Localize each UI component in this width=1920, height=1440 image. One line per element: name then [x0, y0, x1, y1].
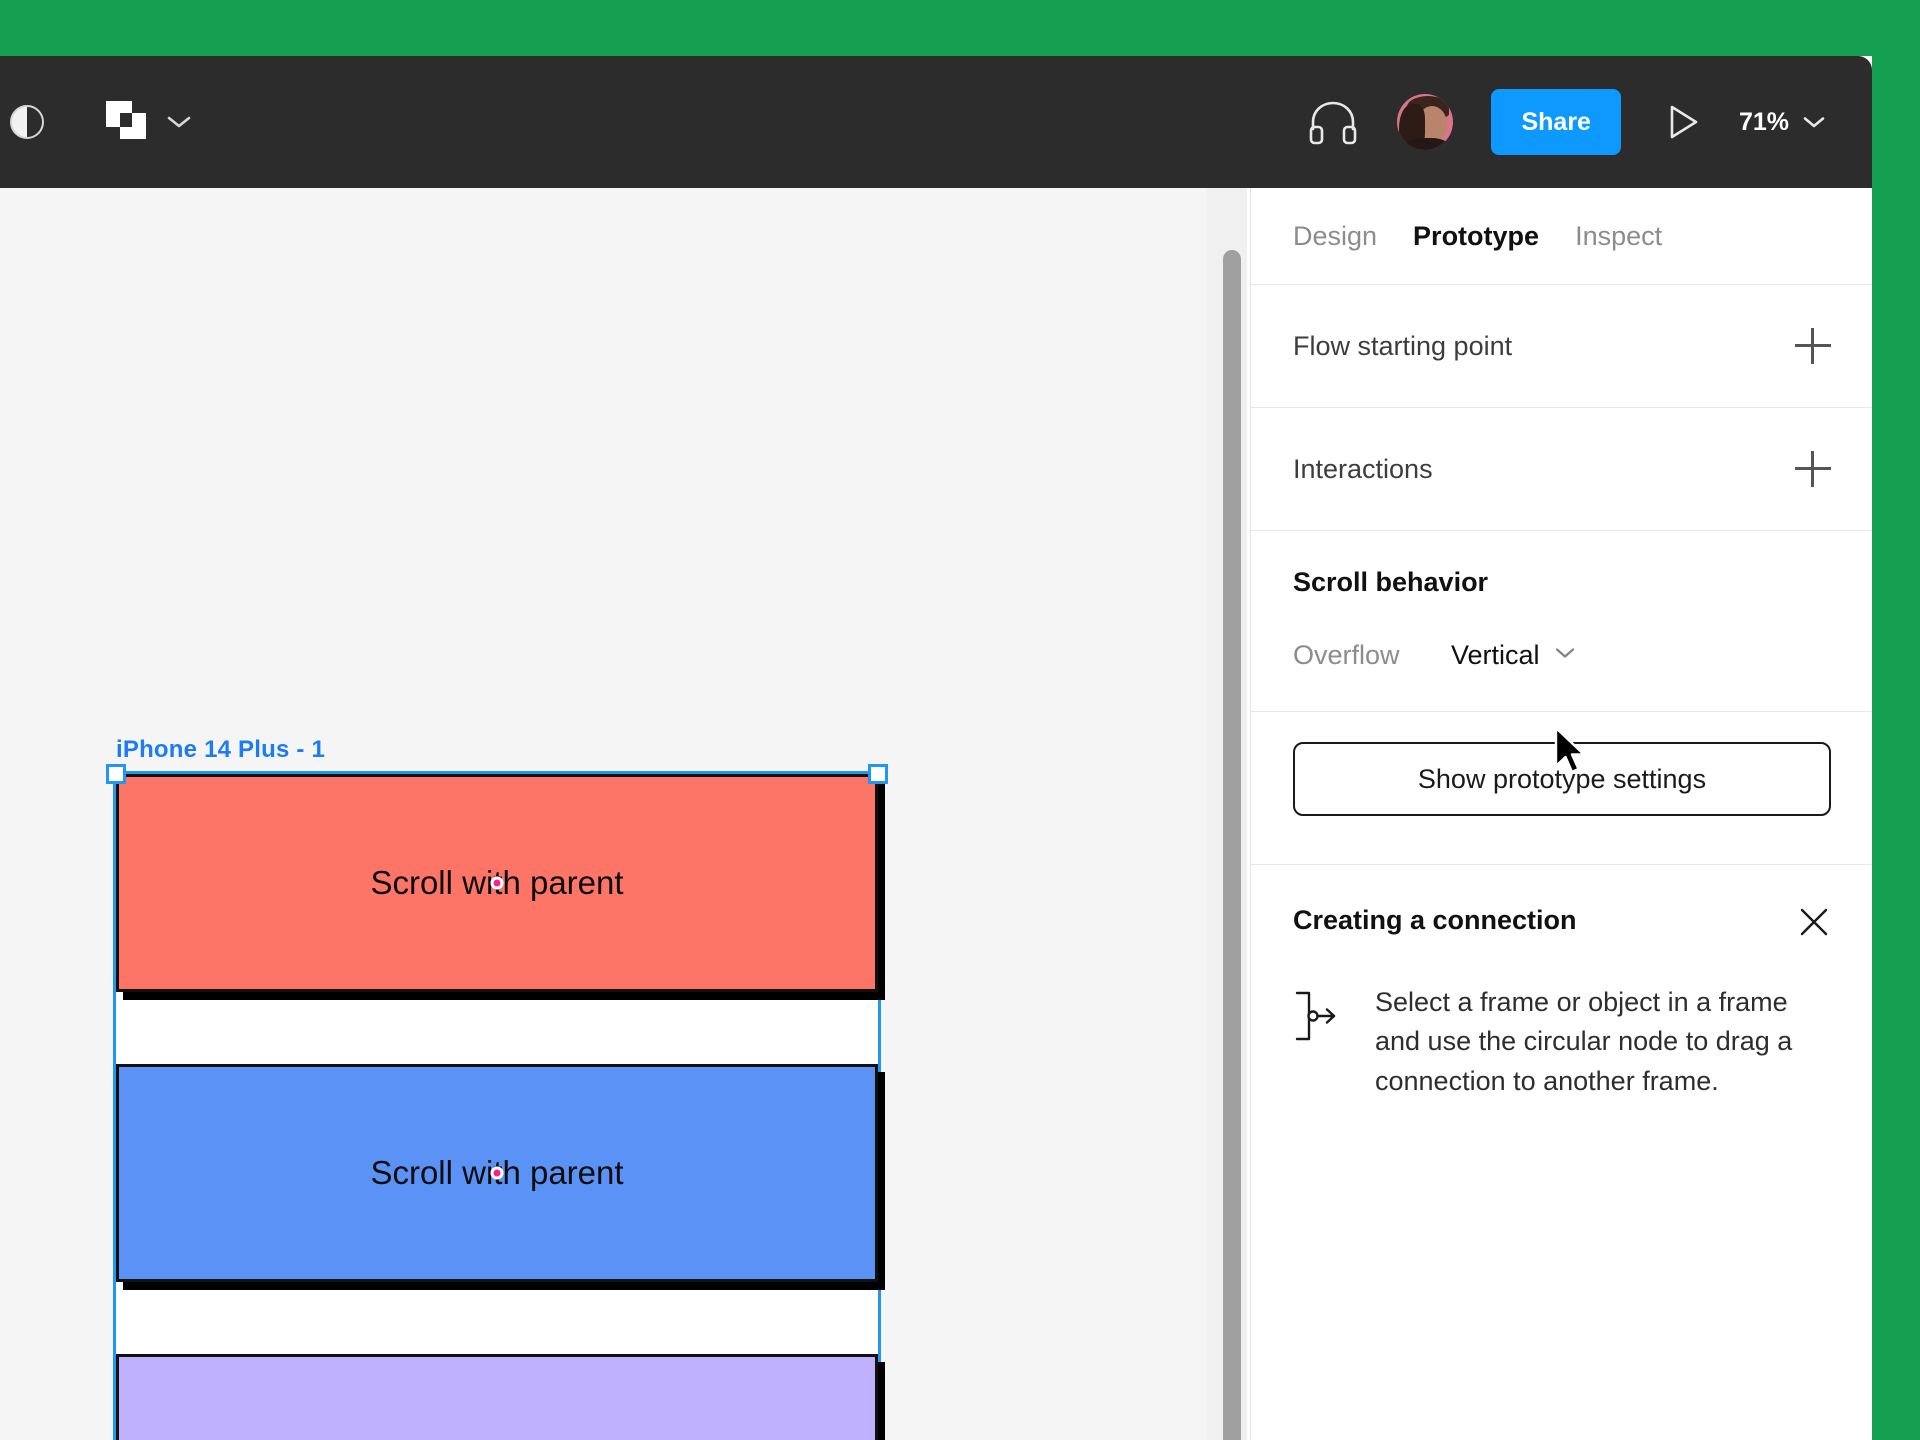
help-panel-title: Creating a connection	[1293, 905, 1577, 935]
zoom-level-control[interactable]: 71%	[1739, 108, 1826, 137]
help-panel-creating-a-connection: Creating a connection Select a frame or …	[1251, 865, 1872, 1101]
play-triangle-icon[interactable]	[1659, 99, 1705, 145]
connection-node-icon	[1293, 989, 1339, 1043]
toolbar-right-group: Share 71%	[1307, 56, 1826, 188]
zoom-level-label: 71%	[1738, 107, 1789, 136]
figma-menu-orb-icon[interactable]	[10, 105, 44, 139]
shape-notch	[120, 113, 132, 127]
flow-starting-point-row: Flow starting point	[1251, 285, 1872, 408]
flow-starting-point-label: Flow starting point	[1293, 330, 1513, 361]
scroll-behavior-section: Scroll behavior Overflow Vertical	[1251, 531, 1872, 712]
overflow-value-dropdown[interactable]: Vertical	[1451, 640, 1540, 671]
scroll-node-dot[interactable]	[490, 1166, 504, 1180]
chevron-down-icon[interactable]	[1554, 646, 1576, 665]
panel-tabs: Design Prototype Inspect	[1251, 188, 1872, 285]
selection-handle-top-left[interactable]	[106, 764, 126, 784]
close-x-icon[interactable]	[1797, 905, 1831, 939]
overflow-control-row: Overflow Vertical	[1293, 640, 1831, 671]
share-button[interactable]: Share	[1491, 89, 1621, 155]
app-root: Share 71% iPhone 14 Plus - 1 Scroll pare…	[0, 0, 1920, 1440]
avatar-body	[1405, 138, 1450, 150]
shape-tools-icon[interactable]	[106, 101, 152, 143]
frame-iphone-14-plus-1[interactable]: Scroll with parent Scroll with parent Sc…	[113, 771, 881, 1440]
tab-design[interactable]: Design	[1293, 221, 1377, 252]
scroll-node-dot[interactable]	[490, 876, 504, 890]
right-properties-panel: Design Prototype Inspect Flow starting p…	[1250, 188, 1872, 1440]
scroll-card[interactable]: Scroll with parent	[116, 1354, 878, 1440]
overflow-label: Overflow	[1293, 640, 1400, 670]
top-toolbar: Share 71%	[0, 56, 1872, 188]
toolbar-left-group	[0, 56, 192, 188]
design-canvas[interactable]: iPhone 14 Plus - 1 Scroll with parent Sc…	[0, 188, 1247, 1440]
help-panel-text: Select a frame or object in a frame and …	[1375, 987, 1793, 1096]
plus-icon[interactable]	[1795, 451, 1831, 487]
interactions-row: Interactions	[1251, 408, 1872, 531]
show-prototype-settings-button[interactable]: Show prototype settings	[1293, 742, 1831, 816]
chevron-down-icon[interactable]	[166, 114, 192, 130]
tab-prototype[interactable]: Prototype	[1413, 221, 1539, 252]
selection-handle-top-right[interactable]	[868, 764, 888, 784]
help-panel-body: Select a frame or object in a frame and …	[1293, 983, 1831, 1101]
scroll-behavior-title: Scroll behavior	[1293, 567, 1489, 597]
canvas-scrollbar-thumb[interactable]	[1223, 250, 1241, 1440]
scroll-card[interactable]: Scroll with parent	[116, 774, 878, 992]
interactions-label: Interactions	[1293, 453, 1433, 484]
chevron-down-icon	[1802, 108, 1826, 137]
scroll-card[interactable]: Scroll with parent	[116, 1064, 878, 1282]
figma-window: Share 71% iPhone 14 Plus - 1 Scroll pare…	[0, 56, 1872, 1440]
headphones-icon[interactable]	[1307, 98, 1359, 146]
help-panel-header: Creating a connection	[1293, 905, 1831, 939]
prototype-settings-wrapper: Show prototype settings	[1251, 712, 1872, 865]
plus-icon[interactable]	[1795, 328, 1831, 364]
frame-name-label[interactable]: iPhone 14 Plus - 1	[116, 736, 325, 764]
user-avatar[interactable]	[1397, 94, 1454, 150]
tab-inspect[interactable]: Inspect	[1575, 221, 1662, 252]
